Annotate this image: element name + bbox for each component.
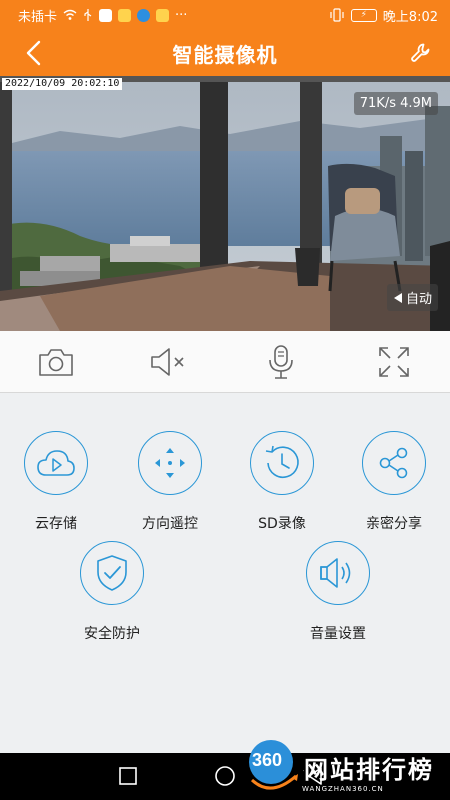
watermark-url: WANGZHAN360.CN — [302, 785, 384, 793]
app-notification-icon-2 — [118, 8, 132, 22]
camera-video-feed[interactable]: 2022/10/09 20:02:10 71K/s 4.9M 自动 — [0, 76, 450, 331]
settings-button[interactable] — [404, 36, 438, 70]
direction-pad-icon — [155, 448, 185, 478]
watermark-logo: 360 网站排行榜 WANGZHAN360.CN — [246, 740, 450, 800]
usb-icon — [83, 8, 93, 22]
volume-icon — [320, 558, 351, 588]
app-notification-icon-3 — [137, 8, 151, 22]
chevron-left-icon — [26, 40, 41, 66]
share-icon — [379, 447, 408, 479]
triangle-left-icon — [393, 292, 402, 303]
feature-label-direction: 方向遥控 — [142, 516, 198, 532]
battery-charge-glyph: ⚡ — [360, 10, 367, 20]
bitrate-badge: 71K/s 4.9M — [353, 92, 438, 115]
cloud-play-icon — [37, 450, 75, 476]
feature-direction-control[interactable]: 方向遥控 — [120, 431, 220, 533]
watermark-badge-text: 360 — [252, 750, 283, 770]
app-notification-icon-4 — [156, 8, 170, 22]
square-icon — [119, 767, 137, 785]
feature-security[interactable]: 安全防护 — [62, 541, 162, 643]
feature-label-security: 安全防护 — [84, 626, 140, 642]
app-root: 未插卡 ··· ⚡ 晚上8:02 智能摄像机 2022/10/09 20:02:… — [0, 0, 450, 800]
speaker-mute-icon — [150, 347, 184, 376]
recent-apps-button[interactable] — [111, 759, 145, 793]
video-timestamp: 2022/10/09 20:02:10 — [2, 78, 123, 90]
clock-rewind-icon — [265, 445, 299, 479]
feature-share[interactable]: 亲密分享 — [344, 431, 444, 533]
battery-icon: ⚡ — [350, 8, 377, 22]
status-right: ⚡ 晚上8:02 — [329, 6, 438, 25]
feature-volume[interactable]: 音量设置 — [288, 541, 388, 643]
mute-button[interactable] — [139, 337, 199, 387]
camera-icon — [39, 348, 74, 376]
status-bar: 未插卡 ··· ⚡ 晚上8:02 — [0, 0, 450, 30]
status-left: 未插卡 ··· — [18, 6, 187, 25]
back-button[interactable] — [16, 36, 50, 70]
volume-circle — [306, 541, 370, 605]
direction-control-circle — [138, 431, 202, 495]
watermark-name: 网站排行榜 — [304, 756, 434, 784]
quality-auto-label: 自动 — [405, 292, 432, 307]
circle-home-icon — [215, 766, 235, 786]
cloud-storage-circle — [24, 431, 88, 495]
app-notification-icon — [99, 8, 113, 22]
microphone-icon — [269, 344, 294, 379]
home-button[interactable] — [208, 759, 242, 793]
feature-cloud-storage[interactable]: 云存储 — [6, 431, 106, 533]
fullscreen-button[interactable] — [364, 337, 424, 387]
feature-grid: 云存储 方向遥控 SD录像 亲密分享 安全防护 音量设置 — [0, 393, 450, 753]
page-title: 智能摄像机 — [172, 42, 278, 67]
share-circle — [362, 431, 426, 495]
quality-auto-button[interactable]: 自动 — [386, 284, 438, 311]
wifi-icon — [63, 9, 77, 21]
snapshot-button[interactable] — [26, 337, 86, 387]
feature-label-volume: 音量设置 — [310, 626, 366, 642]
video-control-bar — [0, 331, 450, 393]
app-header: 智能摄像机 — [0, 30, 450, 76]
more-notifications: ··· — [175, 7, 188, 23]
clock-text: 晚上8:02 — [382, 9, 438, 25]
security-circle — [80, 541, 144, 605]
feature-label-cloud-storage: 云存储 — [35, 516, 77, 532]
sd-recording-circle — [250, 431, 314, 495]
shield-check-icon — [97, 555, 127, 591]
wrench-icon — [411, 43, 430, 62]
feature-label-sd-recording: SD录像 — [258, 516, 306, 532]
feature-label-share: 亲密分享 — [366, 516, 422, 532]
fullscreen-icon — [378, 346, 409, 377]
vibrate-icon — [329, 8, 345, 22]
carrier-text: 未插卡 — [18, 9, 58, 25]
talk-button[interactable] — [251, 337, 311, 387]
feature-sd-recording[interactable]: SD录像 — [232, 431, 332, 533]
